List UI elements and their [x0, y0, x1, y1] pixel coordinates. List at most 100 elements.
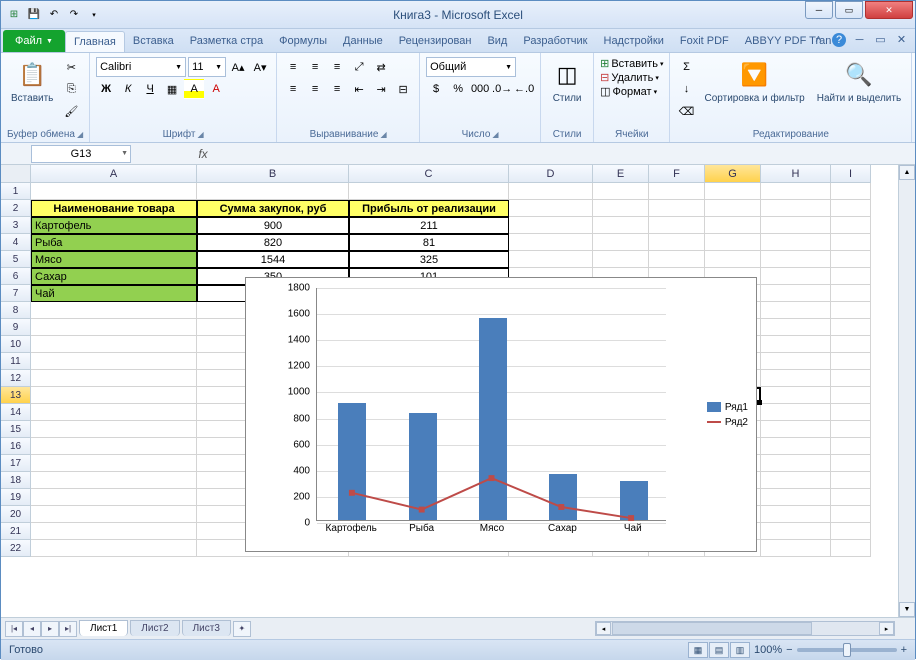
- formula-input[interactable]: [213, 145, 895, 163]
- row-header[interactable]: 15: [1, 421, 31, 438]
- cell[interactable]: [31, 455, 197, 472]
- file-tab[interactable]: Файл▼: [3, 30, 65, 52]
- page-break-view-icon[interactable]: ▥: [730, 642, 750, 658]
- cell[interactable]: [31, 370, 197, 387]
- row-header[interactable]: 18: [1, 472, 31, 489]
- row-header[interactable]: 10: [1, 336, 31, 353]
- row-header[interactable]: 4: [1, 234, 31, 251]
- cell[interactable]: [31, 353, 197, 370]
- column-header[interactable]: F: [649, 165, 705, 183]
- cell[interactable]: [761, 285, 831, 302]
- cell[interactable]: [509, 200, 593, 217]
- cell[interactable]: [593, 183, 649, 200]
- cell[interactable]: [31, 506, 197, 523]
- name-box[interactable]: G13▼: [31, 145, 131, 163]
- font-size-combo[interactable]: 11▼: [188, 57, 226, 77]
- cell[interactable]: [761, 200, 831, 217]
- cell[interactable]: [761, 506, 831, 523]
- underline-button[interactable]: Ч: [140, 79, 160, 99]
- cell[interactable]: [761, 302, 831, 319]
- cell[interactable]: [831, 319, 871, 336]
- cell[interactable]: 211: [349, 217, 509, 234]
- cell[interactable]: [31, 404, 197, 421]
- cell[interactable]: [831, 234, 871, 251]
- cell[interactable]: [831, 268, 871, 285]
- fill-color-icon[interactable]: A: [184, 79, 204, 99]
- column-header[interactable]: I: [831, 165, 871, 183]
- orientation-icon[interactable]: ⤢: [349, 57, 369, 77]
- copy-icon[interactable]: ⎘: [61, 79, 81, 99]
- ribbon-tab-9[interactable]: Foxit PDF: [672, 31, 737, 52]
- cell[interactable]: [31, 523, 197, 540]
- maximize-button[interactable]: ▭: [835, 1, 863, 19]
- decrease-font-icon[interactable]: A▾: [250, 57, 270, 77]
- cell[interactable]: [649, 251, 705, 268]
- new-sheet-icon[interactable]: ✦: [233, 621, 251, 637]
- find-select-button[interactable]: 🔍 Найти и выделить: [813, 57, 905, 106]
- cell[interactable]: [831, 336, 871, 353]
- cell[interactable]: Картофель: [31, 217, 197, 234]
- number-launcher-icon[interactable]: ◢: [492, 130, 498, 139]
- ribbon-tab-6[interactable]: Вид: [479, 31, 515, 52]
- cell[interactable]: [761, 268, 831, 285]
- scroll-thumb[interactable]: [612, 622, 812, 635]
- italic-button[interactable]: К: [118, 79, 138, 99]
- format-cells-button[interactable]: ◫ Формат ▾: [600, 85, 657, 98]
- cell[interactable]: [31, 319, 197, 336]
- sheet-tab[interactable]: Лист1: [79, 620, 128, 636]
- row-header[interactable]: 9: [1, 319, 31, 336]
- paste-button[interactable]: 📋 Вставить: [7, 57, 57, 106]
- legend-item[interactable]: Ряд1: [707, 402, 748, 413]
- format-painter-icon[interactable]: 🖌: [61, 101, 81, 121]
- vertical-scrollbar[interactable]: ▲ ▼: [898, 165, 915, 617]
- bold-button[interactable]: Ж: [96, 79, 116, 99]
- sheet-nav-first-icon[interactable]: |◂: [5, 621, 23, 637]
- cell[interactable]: [705, 200, 761, 217]
- cell[interactable]: [761, 421, 831, 438]
- row-header[interactable]: 2: [1, 200, 31, 217]
- align-launcher-icon[interactable]: ◢: [380, 130, 386, 139]
- column-header[interactable]: D: [509, 165, 593, 183]
- undo-icon[interactable]: ↶: [45, 6, 63, 24]
- decrease-indent-icon[interactable]: ⇤: [349, 79, 369, 99]
- increase-decimal-icon[interactable]: .0→: [492, 79, 512, 99]
- font-name-combo[interactable]: Calibri▼: [96, 57, 186, 77]
- minimize-ribbon-icon[interactable]: ˄: [811, 32, 826, 47]
- redo-icon[interactable]: ↷: [65, 6, 83, 24]
- cell[interactable]: Наименование товара: [31, 200, 197, 217]
- cell[interactable]: [761, 251, 831, 268]
- scroll-up-icon[interactable]: ▲: [899, 165, 915, 180]
- cell[interactable]: [593, 234, 649, 251]
- align-top-icon[interactable]: ≡: [283, 57, 303, 77]
- zoom-out-icon[interactable]: −: [786, 644, 792, 656]
- font-launcher-icon[interactable]: ◢: [197, 130, 203, 139]
- cell[interactable]: [31, 302, 197, 319]
- ribbon-tab-0[interactable]: Главная: [65, 31, 125, 52]
- cell[interactable]: [31, 336, 197, 353]
- legend-item[interactable]: Ряд2: [707, 417, 748, 428]
- sheet-nav-next-icon[interactable]: ▸: [41, 621, 59, 637]
- border-icon[interactable]: ▦: [162, 79, 182, 99]
- cell[interactable]: [31, 421, 197, 438]
- doc-minimize-icon[interactable]: ─: [852, 32, 867, 47]
- comma-icon[interactable]: 000: [470, 79, 490, 99]
- qat-more-icon[interactable]: ▾: [85, 6, 103, 24]
- embedded-chart[interactable]: 020040060080010001200140016001800Картофе…: [245, 277, 757, 552]
- sheet-tab[interactable]: Лист2: [130, 620, 179, 636]
- cell[interactable]: [705, 234, 761, 251]
- cell[interactable]: [831, 404, 871, 421]
- cell[interactable]: [831, 353, 871, 370]
- ribbon-tab-2[interactable]: Разметка стра: [182, 31, 271, 52]
- wrap-text-icon[interactable]: ⇄: [371, 57, 391, 77]
- cell[interactable]: Чай: [31, 285, 197, 302]
- ribbon-tab-3[interactable]: Формулы: [271, 31, 335, 52]
- row-header[interactable]: 6: [1, 268, 31, 285]
- cell[interactable]: 1544: [197, 251, 349, 268]
- cell[interactable]: [31, 387, 197, 404]
- column-header[interactable]: A: [31, 165, 197, 183]
- percent-icon[interactable]: %: [448, 79, 468, 99]
- cell[interactable]: [761, 370, 831, 387]
- scroll-left-icon[interactable]: ◂: [596, 622, 611, 635]
- cell[interactable]: [831, 370, 871, 387]
- cell[interactable]: [831, 387, 871, 404]
